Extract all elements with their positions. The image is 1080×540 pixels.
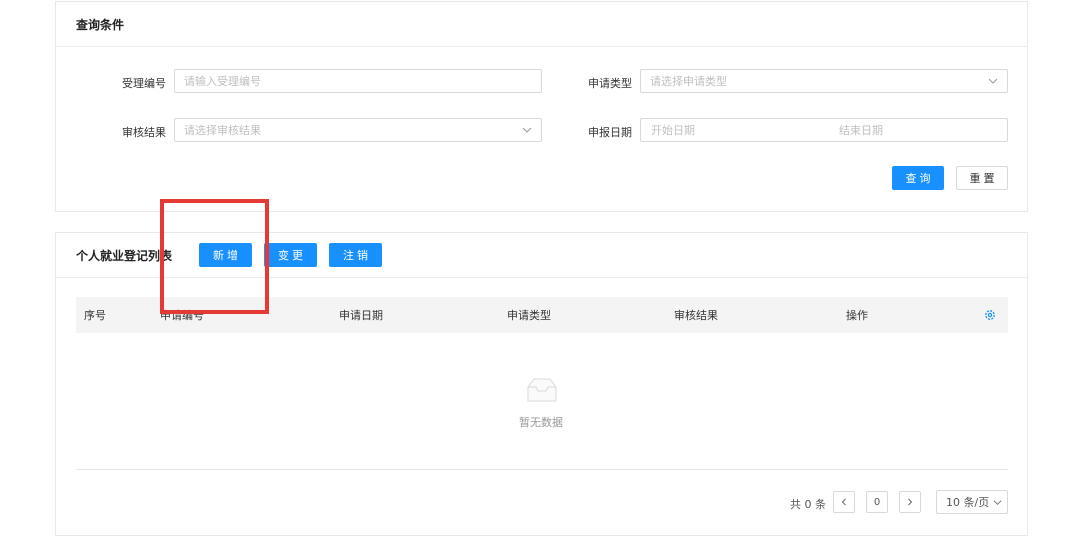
change-button[interactable]: 变更 xyxy=(264,243,317,267)
current-page[interactable]: 0 xyxy=(866,491,888,513)
col-apply-date: 申请日期 xyxy=(339,309,383,322)
cancel-button[interactable]: 注销 xyxy=(329,243,382,267)
accept-no-label: 受理编号 xyxy=(122,77,166,90)
query-panel-title: 查询条件 xyxy=(56,2,1027,47)
chevron-left-icon xyxy=(841,498,846,506)
accept-no-input[interactable]: 请输入受理编号 xyxy=(174,69,542,93)
chevron-down-icon xyxy=(993,500,1002,505)
highlight-box xyxy=(160,199,269,314)
pagination-total: 共 0 条 xyxy=(790,498,826,511)
prev-page-button[interactable] xyxy=(833,491,855,513)
col-audit-result: 审核结果 xyxy=(674,309,718,322)
accept-no-placeholder: 请输入受理编号 xyxy=(184,75,261,88)
list-title: 个人就业登记列表 xyxy=(76,248,173,263)
chevron-right-icon xyxy=(908,498,913,506)
start-date-placeholder[interactable]: 开始日期 xyxy=(651,122,695,138)
query-panel: 查询条件 受理编号 请输入受理编号 申请类型 请选择申请类型 审核结果 请选择审… xyxy=(55,1,1028,212)
apply-type-placeholder: 请选择申请类型 xyxy=(650,75,727,88)
chevron-down-icon xyxy=(522,127,532,133)
page-size-select[interactable]: 10 条/页 xyxy=(936,490,1008,514)
col-actions: 操作 xyxy=(846,309,868,322)
audit-result-label: 审核结果 xyxy=(122,126,166,139)
report-date-label: 申报日期 xyxy=(588,126,632,139)
report-date-range[interactable]: 开始日期 结束日期 xyxy=(640,118,1008,142)
col-index: 序号 xyxy=(84,309,106,322)
audit-result-select[interactable]: 请选择审核结果 xyxy=(174,118,542,142)
next-page-button[interactable] xyxy=(899,491,921,513)
audit-result-placeholder: 请选择审核结果 xyxy=(184,124,261,137)
empty-inbox-icon xyxy=(527,378,557,402)
chevron-down-icon xyxy=(988,78,998,84)
end-date-placeholder[interactable]: 结束日期 xyxy=(839,122,883,138)
gear-icon[interactable] xyxy=(984,309,996,321)
apply-type-select[interactable]: 请选择申请类型 xyxy=(640,69,1008,93)
col-apply-type: 申请类型 xyxy=(507,309,551,322)
table-bottom-divider xyxy=(76,469,1008,470)
apply-type-label: 申请类型 xyxy=(588,77,632,90)
search-button[interactable]: 查询 xyxy=(892,166,944,190)
empty-text: 暂无数据 xyxy=(519,416,563,429)
reset-button[interactable]: 重置 xyxy=(956,166,1008,190)
page-size-value: 10 条/页 xyxy=(946,496,990,509)
